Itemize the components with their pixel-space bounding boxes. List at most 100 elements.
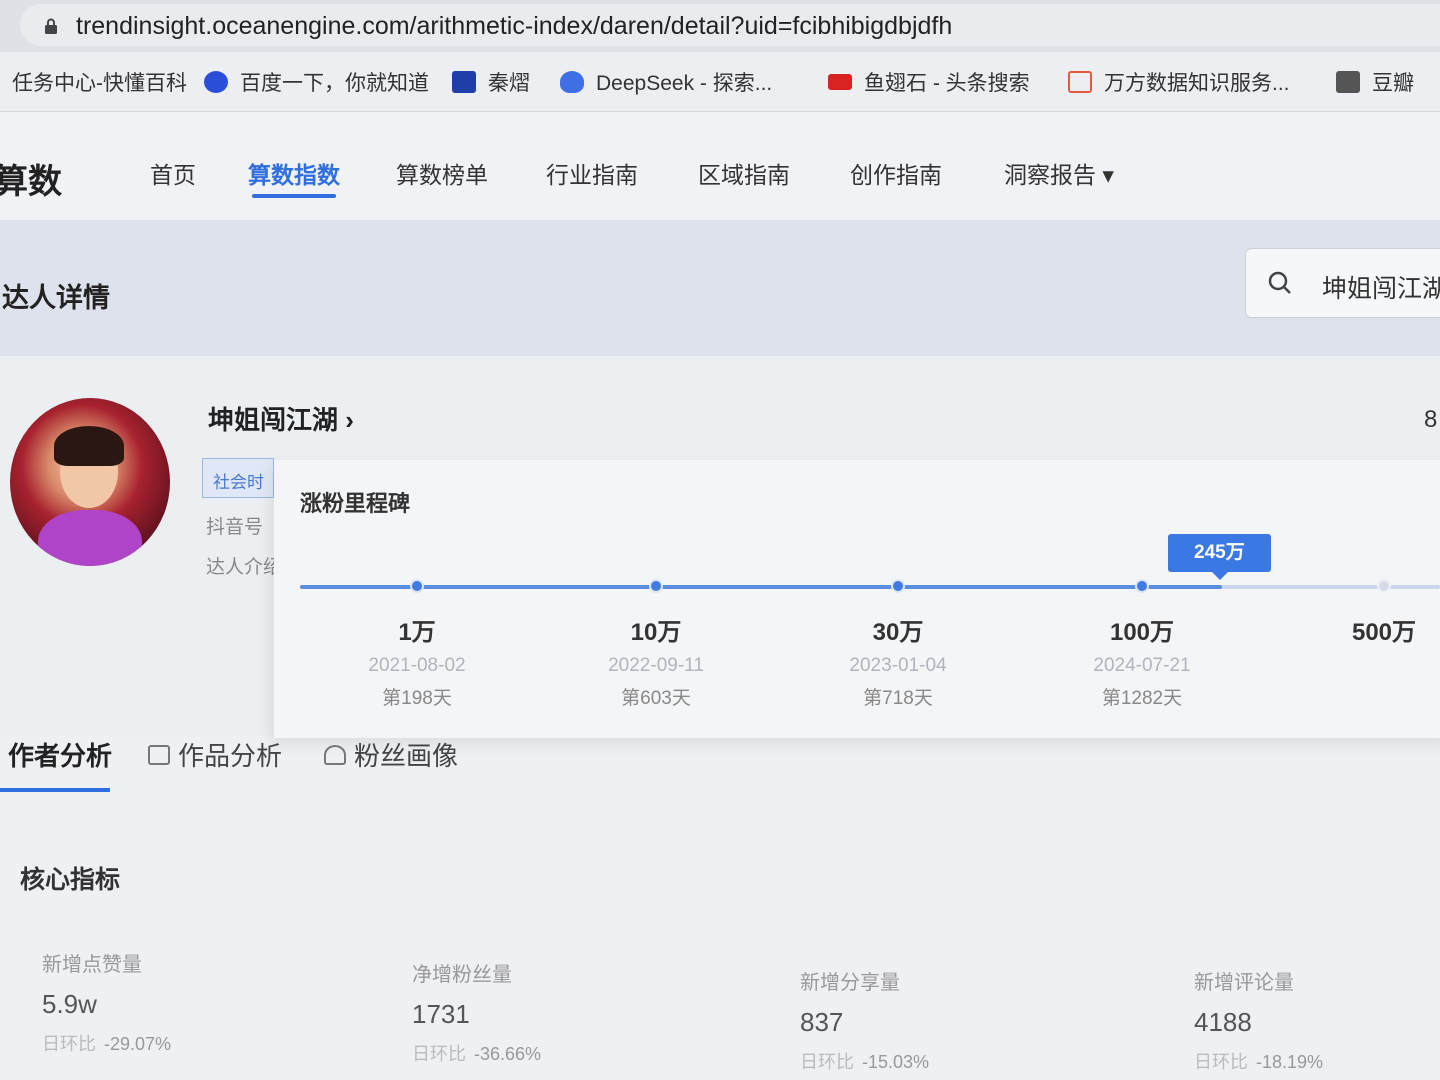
bookmark-2[interactable]: 百度一下，你就知道 bbox=[204, 66, 429, 98]
lock-icon bbox=[45, 18, 57, 34]
nav-industry-guide[interactable]: 行业指南 bbox=[546, 156, 638, 190]
edge-number: 8 bbox=[1424, 406, 1438, 433]
whale-icon bbox=[560, 71, 584, 93]
metric-value: 5.9w bbox=[42, 989, 97, 1019]
milestone-value: 10万 bbox=[630, 619, 682, 646]
tab-label: 作品分析 bbox=[178, 741, 283, 771]
profile-name-link[interactable]: 坤姐闯江湖 › bbox=[208, 400, 354, 437]
bookmark-1[interactable]: 任务中心-快懂百科 bbox=[12, 66, 187, 98]
bookmark-4[interactable]: DeepSeek - 探索... bbox=[560, 66, 772, 98]
current-followers-badge: 245万 bbox=[1168, 534, 1271, 580]
bookmark-5[interactable]: 鱼翅石 - 头条搜索 bbox=[828, 66, 1030, 98]
metric-card-comments: 新增评论量 4188 日环比 -18.19% bbox=[1194, 966, 1440, 1074]
book-icon bbox=[1068, 71, 1092, 93]
metric-value: 4188 bbox=[1194, 1007, 1252, 1037]
tab-author-analysis[interactable]: 作者分析 bbox=[8, 736, 112, 773]
milestone-dot bbox=[891, 579, 905, 593]
milestone-item: 500万 bbox=[1314, 612, 1440, 655]
site-nav: 算数 首页 算数指数 算数榜单 行业指南 区域指南 创作指南 洞察报告 ▾ bbox=[0, 112, 1440, 220]
search-box[interactable]: 坤姐闯江湖 bbox=[1245, 248, 1440, 318]
nav-rankings[interactable]: 算数榜单 bbox=[396, 156, 488, 190]
milestone-day: 第1282天 bbox=[1101, 688, 1183, 709]
milestone-dot bbox=[410, 579, 424, 593]
milestone-dot bbox=[1377, 579, 1391, 593]
nav-creation-guide[interactable]: 创作指南 bbox=[850, 156, 942, 190]
avatar bbox=[10, 398, 170, 566]
metric-label: 净增粉丝量 bbox=[412, 964, 512, 986]
nav-region-guide[interactable]: 区域指南 bbox=[698, 156, 790, 190]
metric-change: 日环比 -15.03% bbox=[800, 1052, 930, 1072]
profile-name: 坤姐闯江湖 bbox=[208, 405, 339, 435]
milestone-date: 2022-09-11 bbox=[608, 655, 704, 676]
site-logo[interactable]: 算数 bbox=[0, 154, 62, 203]
bookmark-label: 百度一下，你就知道 bbox=[240, 72, 429, 95]
milestone-value: 1万 bbox=[398, 619, 436, 646]
metric-label: 新增评论量 bbox=[1194, 972, 1294, 994]
core-metrics-title: 核心指标 bbox=[20, 866, 121, 894]
bookmark-label: 鱼翅石 - 头条搜索 bbox=[864, 72, 1030, 95]
nav-home[interactable]: 首页 bbox=[150, 156, 196, 190]
douyin-id-label: 抖音号 bbox=[206, 517, 264, 538]
tab-works-analysis[interactable]: 作品分析 bbox=[148, 736, 282, 773]
url-text[interactable]: trendinsight.oceanengine.com/arithmetic-… bbox=[76, 12, 952, 41]
milestone-item: 100万 2024-07-21 第1282天 bbox=[1072, 612, 1212, 710]
detail-banner: 达人详情 bbox=[0, 220, 1440, 356]
flag-icon bbox=[828, 74, 852, 90]
milestone-value: 500万 bbox=[1351, 619, 1417, 646]
bookmark-label: DeepSeek - 探索... bbox=[596, 72, 773, 95]
tv-icon bbox=[452, 71, 476, 93]
grid-icon bbox=[1336, 71, 1360, 93]
milestone-date: 2021-08-02 bbox=[368, 655, 466, 676]
metric-value: 1731 bbox=[412, 999, 470, 1029]
analysis-tabs: 作者分析 作品分析 粉丝画像 bbox=[0, 736, 1440, 800]
metric-change: 日环比 -36.66% bbox=[412, 1044, 542, 1064]
bookmark-label: 万方数据知识服务... bbox=[1104, 72, 1290, 95]
metric-card-likes: 新增点赞量 5.9w 日环比 -29.07% bbox=[42, 948, 342, 1056]
user-portrait-icon bbox=[324, 744, 346, 765]
milestone-title: 涨粉里程碑 bbox=[300, 491, 411, 516]
metric-change: 日环比 -18.19% bbox=[1194, 1052, 1324, 1072]
milestone-progress bbox=[300, 585, 1222, 589]
bookmark-label: 任务中心-快懂百科 bbox=[12, 72, 187, 95]
milestone-item: 1万 2021-08-02 第198天 bbox=[347, 612, 487, 710]
intro-label: 达人介绍 bbox=[206, 557, 283, 578]
metric-value: 837 bbox=[800, 1007, 844, 1037]
nav-active-indicator bbox=[252, 194, 336, 198]
page-title: 达人详情 bbox=[2, 283, 110, 313]
nav-arithmetic-index[interactable]: 算数指数 bbox=[248, 156, 340, 190]
browser-address-bar: trendinsight.oceanengine.com/arithmetic-… bbox=[0, 0, 1440, 52]
metric-card-fans: 净增粉丝量 1731 日环比 -36.66% bbox=[412, 958, 712, 1066]
bookmarks-bar: 任务中心-快懂百科 百度一下，你就知道 秦熠 DeepSeek - 探索... … bbox=[0, 52, 1440, 112]
search-input[interactable]: 坤姐闯江湖 bbox=[1322, 269, 1440, 305]
bookmark-3[interactable]: 秦熠 bbox=[452, 66, 530, 98]
milestone-day: 第718天 bbox=[863, 688, 933, 709]
chevron-right-icon: › bbox=[345, 405, 354, 435]
follower-milestone-panel: 涨粉里程碑 245万 1万 2021-08-02 第198天 10万 2022-… bbox=[274, 460, 1440, 738]
milestone-item: 10万 2022-09-11 第603天 bbox=[586, 612, 726, 710]
search-icon bbox=[1268, 271, 1291, 294]
tab-label: 作者分析 bbox=[8, 741, 113, 771]
milestone-date: 2024-07-21 bbox=[1093, 655, 1191, 676]
bookmark-label: 豆瓣 bbox=[1372, 72, 1414, 95]
metric-label: 新增点赞量 bbox=[42, 954, 142, 976]
bookmark-6[interactable]: 万方数据知识服务... bbox=[1068, 66, 1290, 98]
milestone-day: 第198天 bbox=[382, 688, 452, 709]
paw-icon bbox=[204, 71, 228, 93]
milestone-date: 2023-01-04 bbox=[849, 655, 947, 676]
milestone-dot bbox=[1135, 579, 1149, 593]
milestone-day: 第603天 bbox=[621, 688, 691, 709]
tab-label: 粉丝画像 bbox=[354, 741, 459, 771]
metric-card-shares: 新增分享量 837 日环比 -15.03% bbox=[800, 966, 1100, 1074]
nav-insight-report[interactable]: 洞察报告 ▾ bbox=[1004, 156, 1114, 190]
bookmark-7[interactable]: 豆瓣 bbox=[1336, 66, 1414, 98]
image-icon bbox=[148, 744, 170, 765]
milestone-value: 30万 bbox=[872, 619, 924, 646]
metric-label: 新增分享量 bbox=[800, 972, 900, 994]
bookmark-label: 秦熠 bbox=[488, 72, 530, 95]
tab-fan-portrait[interactable]: 粉丝画像 bbox=[324, 736, 458, 773]
milestone-value: 100万 bbox=[1109, 619, 1175, 646]
tab-active-indicator bbox=[0, 788, 110, 792]
metric-change: 日环比 -29.07% bbox=[42, 1034, 172, 1054]
milestone-dot bbox=[649, 579, 663, 593]
category-tag: 社会时 bbox=[202, 458, 274, 498]
